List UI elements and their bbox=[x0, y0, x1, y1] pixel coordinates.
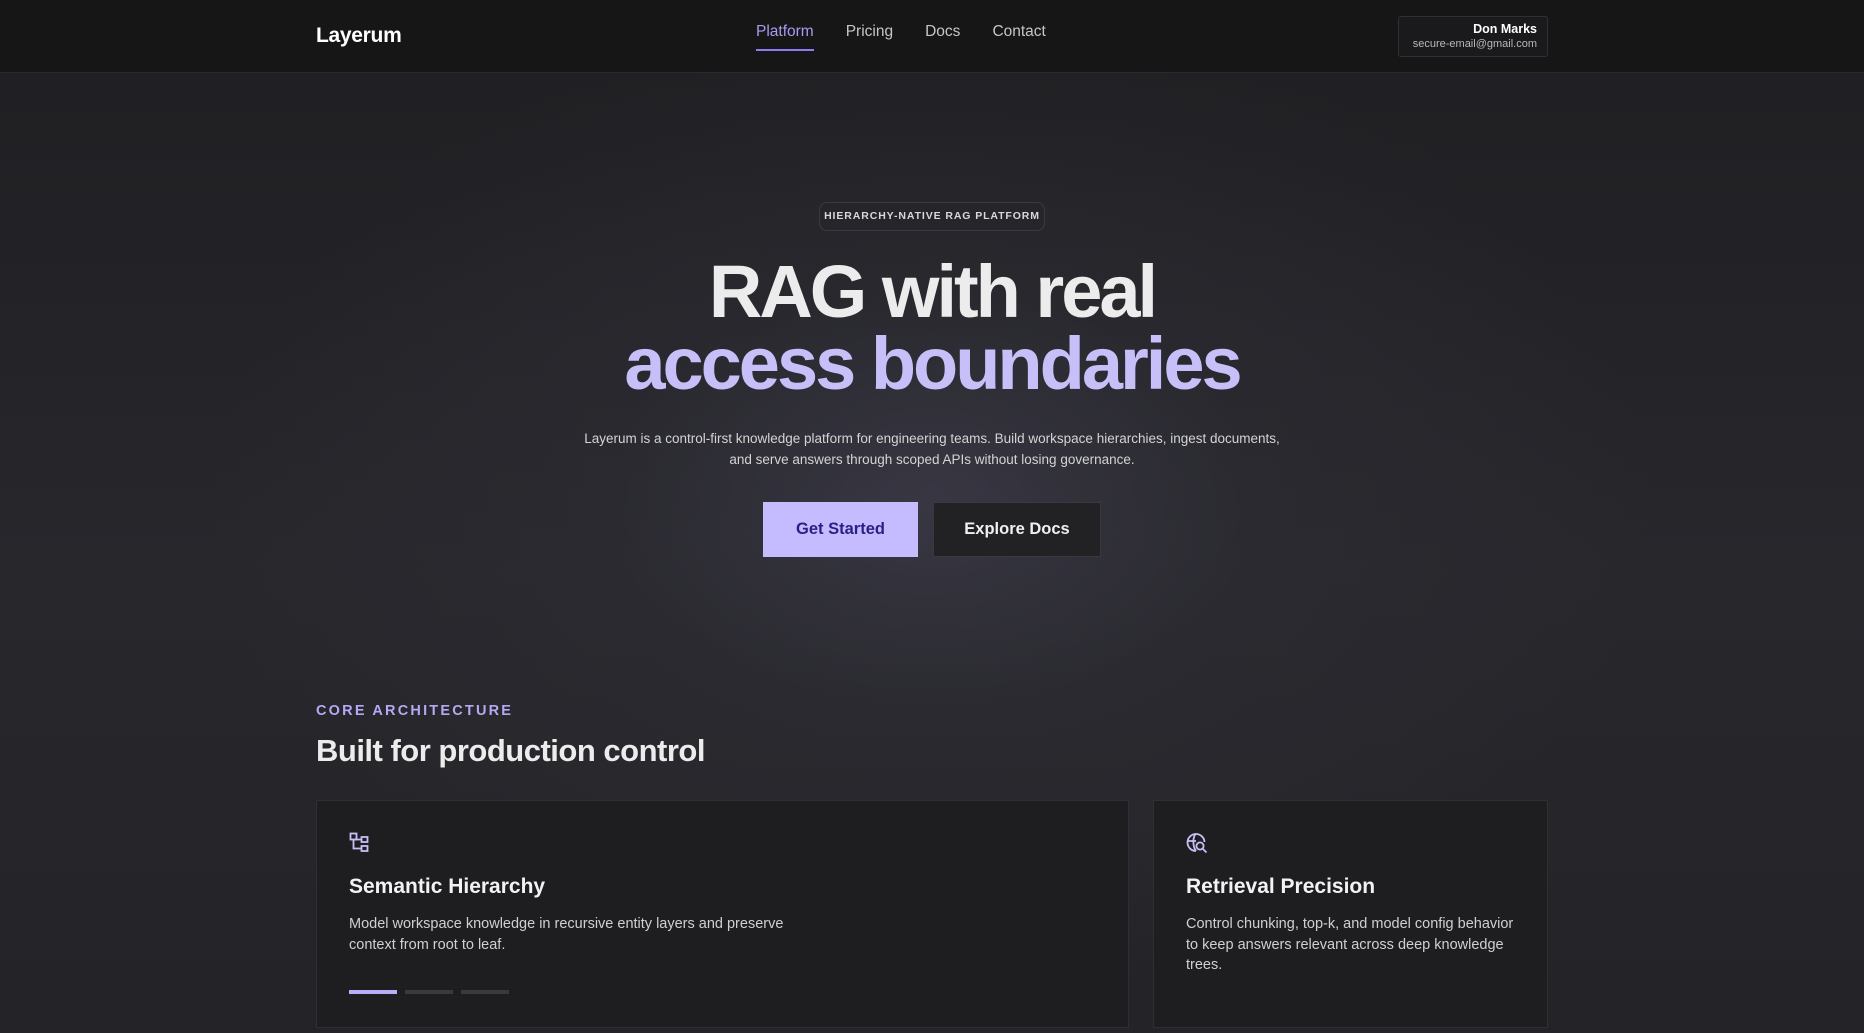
user-account-menu[interactable]: Don Marks secure-email@gmail.com bbox=[1398, 16, 1548, 57]
main-nav: Platform Pricing Docs Contact bbox=[756, 22, 1046, 51]
section-title: Built for production control bbox=[316, 733, 705, 768]
hierarchy-icon bbox=[349, 832, 371, 854]
feature-card-semantic-hierarchy: Semantic Hierarchy Model workspace knowl… bbox=[316, 800, 1129, 1028]
landing-page: Layerum Platform Pricing Docs Contact Do… bbox=[0, 0, 1864, 1033]
card-description: Model workspace knowledge in recursive e… bbox=[349, 916, 784, 953]
nav-item-contact[interactable]: Contact bbox=[992, 22, 1045, 51]
card-title: Semantic Hierarchy bbox=[349, 875, 546, 898]
hero-title: RAG with real access boundaries bbox=[432, 250, 1432, 405]
user-name: Don Marks bbox=[1473, 22, 1537, 36]
card-title: Retrieval Precision bbox=[1186, 875, 1376, 898]
search-globe-icon bbox=[1186, 832, 1208, 854]
nav-item-platform[interactable]: Platform bbox=[756, 22, 814, 51]
hero-title-line-1: RAG with real bbox=[708, 250, 1158, 333]
hero-description: Layerum is a control-first knowledge pla… bbox=[584, 431, 1280, 467]
carousel-indicator-3[interactable] bbox=[461, 990, 509, 994]
get-started-button[interactable]: Get Started bbox=[763, 502, 918, 557]
hero-badge: HIERARCHY-NATIVE RAG PLATFORM bbox=[819, 202, 1045, 231]
hero-title-line-2: access boundaries bbox=[624, 322, 1242, 405]
user-email: secure-email@gmail.com bbox=[1412, 38, 1537, 50]
section-eyebrow: CORE ARCHITECTURE bbox=[316, 703, 514, 719]
nav-item-docs[interactable]: Docs bbox=[925, 22, 960, 51]
carousel-indicator-1[interactable] bbox=[349, 990, 397, 994]
carousel-indicators bbox=[349, 990, 509, 994]
explore-docs-button[interactable]: Explore Docs bbox=[933, 502, 1101, 557]
top-navigation-bar: Layerum Platform Pricing Docs Contact Do… bbox=[0, 0, 1864, 73]
logo[interactable]: Layerum bbox=[316, 24, 402, 48]
nav-item-pricing[interactable]: Pricing bbox=[846, 22, 893, 51]
carousel-indicator-2[interactable] bbox=[405, 990, 453, 994]
card-description: Control chunking, top-k, and model confi… bbox=[1186, 916, 1514, 973]
feature-card-retrieval-precision: Retrieval Precision Control chunking, to… bbox=[1153, 800, 1548, 1028]
